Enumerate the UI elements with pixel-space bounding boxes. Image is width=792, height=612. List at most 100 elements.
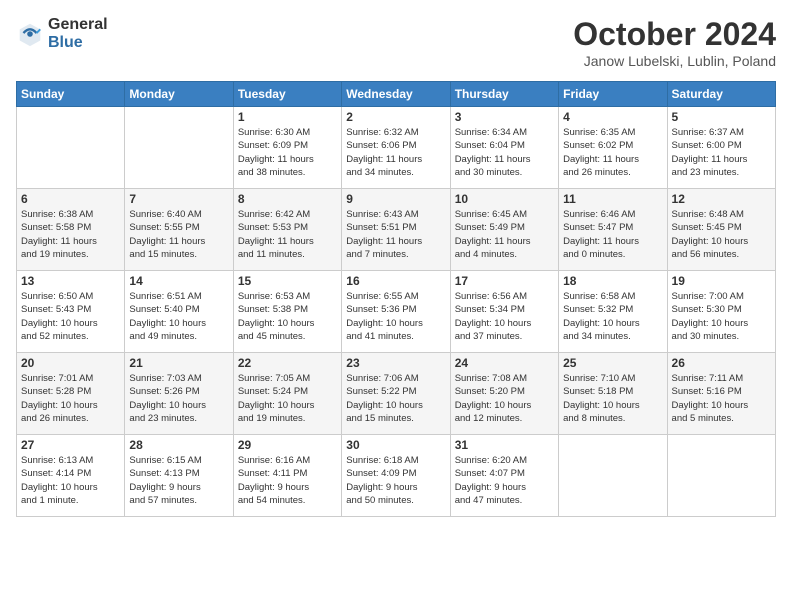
calendar-day: 15 Sunrise: 6:53 AM Sunset: 5:38 PM Dayli…: [233, 271, 341, 353]
header-row: Sunday Monday Tuesday Wednesday Thursday…: [17, 82, 776, 107]
calendar-day: 29 Sunrise: 6:16 AM Sunset: 4:11 PM Dayli…: [233, 435, 341, 517]
day-number: 27: [21, 438, 120, 452]
day-info: Sunrise: 6:56 AM Sunset: 5:34 PM Dayligh…: [455, 290, 554, 343]
month-title: October 2024: [573, 16, 776, 53]
day-number: 9: [346, 192, 445, 206]
calendar-week-1: 6 Sunrise: 6:38 AM Sunset: 5:58 PM Daylig…: [17, 189, 776, 271]
day-number: 20: [21, 356, 120, 370]
day-info: Sunrise: 6:35 AM Sunset: 6:02 PM Dayligh…: [563, 126, 662, 179]
calendar-day: 4Sunrise: 6:35 AM Sunset: 6:02 PM Daylig…: [559, 107, 667, 189]
calendar-day: 2 Sunrise: 6:32 AM Sunset: 6:06 PM Daylig…: [342, 107, 450, 189]
day-number: 12: [672, 192, 771, 206]
day-info: Sunrise: 6:46 AM Sunset: 5:47 PM Dayligh…: [563, 208, 662, 261]
calendar-day: [125, 107, 233, 189]
calendar-day: 6 Sunrise: 6:38 AM Sunset: 5:58 PM Daylig…: [17, 189, 125, 271]
calendar-day: 5Sunrise: 6:37 AM Sunset: 6:00 PM Daylig…: [667, 107, 775, 189]
calendar-day: 17Sunrise: 6:56 AM Sunset: 5:34 PM Dayli…: [450, 271, 558, 353]
calendar-day: 11 Sunrise: 6:46 AM Sunset: 5:47 PM Dayli…: [559, 189, 667, 271]
col-sunday: Sunday: [17, 82, 125, 107]
calendar-day: 12 Sunrise: 6:48 AM Sunset: 5:45 PM Dayli…: [667, 189, 775, 271]
day-info: Sunrise: 7:00 AM Sunset: 5:30 PM Dayligh…: [672, 290, 771, 343]
calendar-day: 14Sunrise: 6:51 AM Sunset: 5:40 PM Dayli…: [125, 271, 233, 353]
calendar-day: [667, 435, 775, 517]
day-info: Sunrise: 6:48 AM Sunset: 5:45 PM Dayligh…: [672, 208, 771, 261]
calendar-week-0: 1Sunrise: 6:30 AM Sunset: 6:09 PM Daylig…: [17, 107, 776, 189]
location: Janow Lubelski, Lublin, Poland: [573, 53, 776, 69]
day-info: Sunrise: 6:40 AM Sunset: 5:55 PM Dayligh…: [129, 208, 228, 261]
day-number: 29: [238, 438, 337, 452]
day-info: Sunrise: 6:16 AM Sunset: 4:11 PM Dayligh…: [238, 454, 337, 507]
day-info: Sunrise: 6:51 AM Sunset: 5:40 PM Dayligh…: [129, 290, 228, 343]
day-number: 23: [346, 356, 445, 370]
day-info: Sunrise: 6:50 AM Sunset: 5:43 PM Dayligh…: [21, 290, 120, 343]
day-number: 5: [672, 110, 771, 124]
calendar-day: 23 Sunrise: 7:06 AM Sunset: 5:22 PM Dayli…: [342, 353, 450, 435]
calendar-day: 28 Sunrise: 6:15 AM Sunset: 4:13 PM Dayli…: [125, 435, 233, 517]
day-number: 25: [563, 356, 662, 370]
calendar-day: 8 Sunrise: 6:42 AM Sunset: 5:53 PM Daylig…: [233, 189, 341, 271]
col-wednesday: Wednesday: [342, 82, 450, 107]
day-number: 24: [455, 356, 554, 370]
calendar-day: [559, 435, 667, 517]
calendar-day: 24 Sunrise: 7:08 AM Sunset: 5:20 PM Dayli…: [450, 353, 558, 435]
day-number: 13: [21, 274, 120, 288]
day-info: Sunrise: 6:13 AM Sunset: 4:14 PM Dayligh…: [21, 454, 120, 507]
day-number: 6: [21, 192, 120, 206]
day-number: 7: [129, 192, 228, 206]
calendar-day: 3Sunrise: 6:34 AM Sunset: 6:04 PM Daylig…: [450, 107, 558, 189]
calendar-day: [17, 107, 125, 189]
day-info: Sunrise: 6:30 AM Sunset: 6:09 PM Dayligh…: [238, 126, 337, 179]
calendar-day: 25Sunrise: 7:10 AM Sunset: 5:18 PM Dayli…: [559, 353, 667, 435]
day-info: Sunrise: 7:01 AM Sunset: 5:28 PM Dayligh…: [21, 372, 120, 425]
day-info: Sunrise: 6:55 AM Sunset: 5:36 PM Dayligh…: [346, 290, 445, 343]
calendar-day: 1Sunrise: 6:30 AM Sunset: 6:09 PM Daylig…: [233, 107, 341, 189]
day-info: Sunrise: 7:06 AM Sunset: 5:22 PM Dayligh…: [346, 372, 445, 425]
day-number: 10: [455, 192, 554, 206]
calendar-table: Sunday Monday Tuesday Wednesday Thursday…: [16, 81, 776, 517]
page-container: General Blue October 2024 Janow Lubelski…: [0, 0, 792, 525]
logo-icon: [16, 20, 44, 48]
day-info: Sunrise: 6:43 AM Sunset: 5:51 PM Dayligh…: [346, 208, 445, 261]
day-info: Sunrise: 6:38 AM Sunset: 5:58 PM Dayligh…: [21, 208, 120, 261]
day-number: 11: [563, 192, 662, 206]
day-info: Sunrise: 7:08 AM Sunset: 5:20 PM Dayligh…: [455, 372, 554, 425]
calendar-day: 27 Sunrise: 6:13 AM Sunset: 4:14 PM Dayli…: [17, 435, 125, 517]
day-number: 8: [238, 192, 337, 206]
calendar-header: Sunday Monday Tuesday Wednesday Thursday…: [17, 82, 776, 107]
col-thursday: Thursday: [450, 82, 558, 107]
day-number: 2: [346, 110, 445, 124]
title-block: October 2024 Janow Lubelski, Lublin, Pol…: [573, 16, 776, 69]
calendar-day: 18 Sunrise: 6:58 AM Sunset: 5:32 PM Dayli…: [559, 271, 667, 353]
day-number: 28: [129, 438, 228, 452]
day-info: Sunrise: 6:58 AM Sunset: 5:32 PM Dayligh…: [563, 290, 662, 343]
day-number: 3: [455, 110, 554, 124]
header: General Blue October 2024 Janow Lubelski…: [16, 16, 776, 69]
day-number: 22: [238, 356, 337, 370]
day-info: Sunrise: 6:45 AM Sunset: 5:49 PM Dayligh…: [455, 208, 554, 261]
day-info: Sunrise: 7:05 AM Sunset: 5:24 PM Dayligh…: [238, 372, 337, 425]
day-info: Sunrise: 6:53 AM Sunset: 5:38 PM Dayligh…: [238, 290, 337, 343]
calendar-body: 1Sunrise: 6:30 AM Sunset: 6:09 PM Daylig…: [17, 107, 776, 517]
day-number: 18: [563, 274, 662, 288]
day-info: Sunrise: 6:32 AM Sunset: 6:06 PM Dayligh…: [346, 126, 445, 179]
calendar-week-2: 13 Sunrise: 6:50 AM Sunset: 5:43 PM Dayli…: [17, 271, 776, 353]
col-saturday: Saturday: [667, 82, 775, 107]
day-info: Sunrise: 6:15 AM Sunset: 4:13 PM Dayligh…: [129, 454, 228, 507]
day-number: 30: [346, 438, 445, 452]
calendar-day: 10 Sunrise: 6:45 AM Sunset: 5:49 PM Dayli…: [450, 189, 558, 271]
calendar-day: 31 Sunrise: 6:20 AM Sunset: 4:07 PM Dayli…: [450, 435, 558, 517]
day-info: Sunrise: 7:11 AM Sunset: 5:16 PM Dayligh…: [672, 372, 771, 425]
calendar-day: 22 Sunrise: 7:05 AM Sunset: 5:24 PM Dayli…: [233, 353, 341, 435]
day-number: 21: [129, 356, 228, 370]
day-number: 19: [672, 274, 771, 288]
day-number: 15: [238, 274, 337, 288]
day-info: Sunrise: 7:03 AM Sunset: 5:26 PM Dayligh…: [129, 372, 228, 425]
day-number: 16: [346, 274, 445, 288]
calendar-day: 30Sunrise: 6:18 AM Sunset: 4:09 PM Dayli…: [342, 435, 450, 517]
day-number: 31: [455, 438, 554, 452]
day-info: Sunrise: 6:42 AM Sunset: 5:53 PM Dayligh…: [238, 208, 337, 261]
calendar-day: 13 Sunrise: 6:50 AM Sunset: 5:43 PM Dayli…: [17, 271, 125, 353]
calendar-week-4: 27 Sunrise: 6:13 AM Sunset: 4:14 PM Dayli…: [17, 435, 776, 517]
day-info: Sunrise: 6:20 AM Sunset: 4:07 PM Dayligh…: [455, 454, 554, 507]
calendar-day: 9 Sunrise: 6:43 AM Sunset: 5:51 PM Daylig…: [342, 189, 450, 271]
